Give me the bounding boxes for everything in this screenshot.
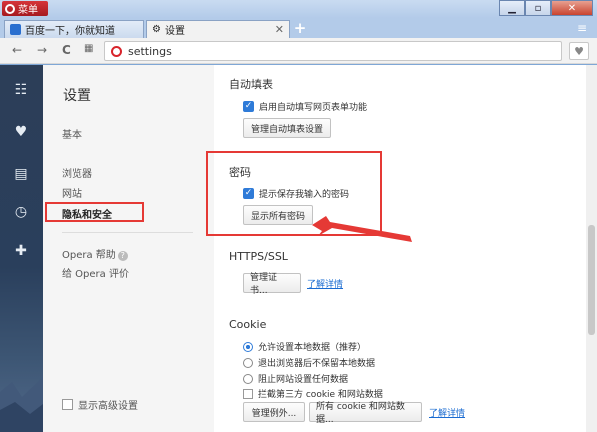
annotation-arrow	[312, 216, 412, 242]
